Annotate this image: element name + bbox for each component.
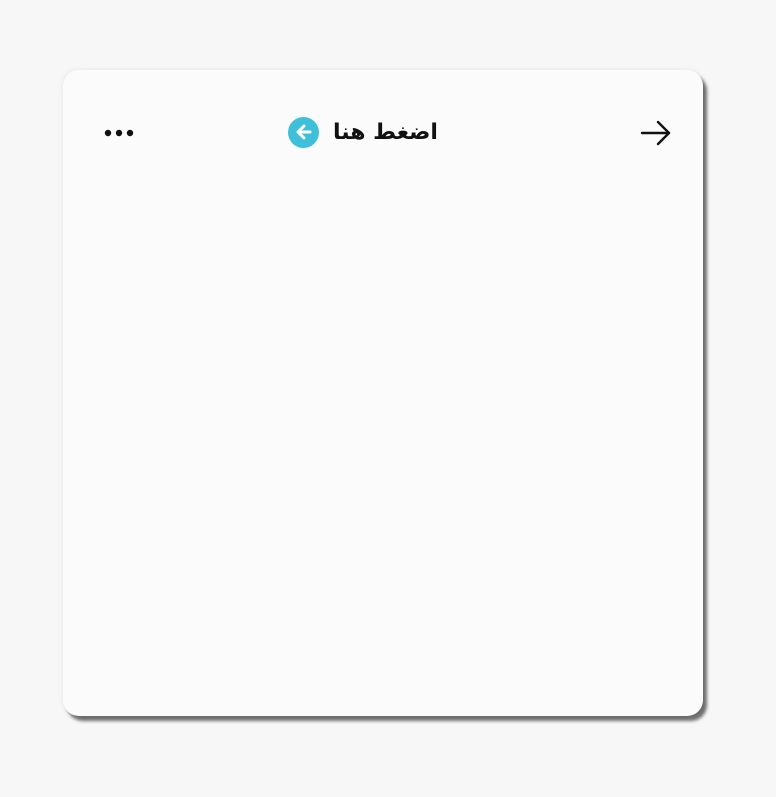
arrow-right-icon <box>640 120 671 146</box>
back-button[interactable] <box>288 116 319 148</box>
page-title[interactable]: اضغط هنا <box>333 120 438 145</box>
arrow-left-circle-icon <box>296 124 311 140</box>
content-area <box>63 200 703 716</box>
header-bar: اضغط هنا <box>63 70 703 200</box>
title-group: اضغط هنا <box>288 110 438 154</box>
forward-button[interactable] <box>634 116 678 150</box>
app-window: اضغط هنا <box>63 70 703 716</box>
more-horizontal-icon <box>104 129 134 137</box>
more-options-button[interactable] <box>99 116 139 150</box>
